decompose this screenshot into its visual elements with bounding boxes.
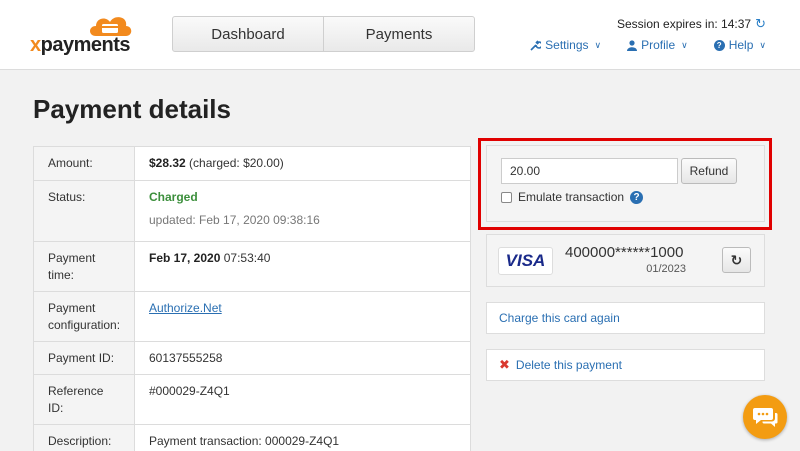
card-expiry: 01/2023	[646, 263, 686, 275]
session-text: Session expires in: 14:37	[617, 17, 752, 31]
table-row: Reference ID: #000029-Z4Q1	[34, 374, 470, 424]
user-menu: Settings ∨ Profile ∨ ? Help ∨	[530, 38, 766, 52]
row-value: $28.32 (charged: $20.00)	[135, 147, 470, 180]
menu-profile-label: Profile	[641, 38, 676, 52]
charge-again-button[interactable]: Charge this card again	[486, 302, 765, 334]
chat-button[interactable]	[743, 395, 787, 439]
row-label: Status:	[34, 181, 135, 241]
tab-dashboard[interactable]: Dashboard	[173, 17, 323, 51]
row-value: Payment transaction: 000029-Z4Q1	[149, 434, 340, 448]
charge-again-label: Charge this card again	[499, 311, 620, 325]
highlight-box	[478, 138, 772, 230]
row-label: Payment ID:	[34, 342, 135, 374]
row-value: Feb 17, 2020 07:53:40	[135, 242, 470, 291]
menu-help-label: Help	[728, 38, 754, 52]
payment-date: Feb 17, 2020	[149, 251, 221, 265]
table-row: Payment time: Feb 17, 2020 07:53:40	[34, 241, 470, 291]
page-title: Payment details	[33, 94, 231, 124]
session-timer: Session expires in: 14:37 ↻	[617, 16, 766, 32]
menu-settings-label: Settings	[545, 38, 589, 52]
refresh-card-button[interactable]: ↻	[722, 247, 751, 273]
table-row: Payment ID: 60137555258	[34, 341, 470, 374]
amount-charged: (charged: $20.00)	[185, 156, 284, 170]
table-row: Amount: $28.32 (charged: $20.00)	[34, 147, 470, 180]
row-label: Payment time:	[34, 242, 135, 291]
row-label: Amount:	[34, 147, 135, 180]
row-value: Charged updated: Feb 17, 2020 09:38:16	[135, 181, 470, 241]
menu-help[interactable]: ? Help ∨	[713, 38, 766, 52]
payment-details-table: Amount: $28.32 (charged: $20.00) Status:…	[33, 146, 471, 451]
status-updated: updated: Feb 17, 2020 09:38:16	[149, 213, 320, 227]
table-row: Payment configuration: Authorize.Net	[34, 291, 470, 341]
chat-icon	[753, 408, 778, 427]
payment-config-link[interactable]: Authorize.Net	[149, 301, 222, 315]
wrench-icon	[530, 39, 542, 51]
refresh-icon: ↻	[730, 251, 743, 268]
logo-text: xpayments	[30, 34, 131, 56]
row-label: Reference ID:	[34, 375, 135, 424]
row-value: #000029-Z4Q1	[149, 384, 230, 398]
top-header: xpayments Dashboard Payments Session exp…	[0, 0, 800, 70]
refresh-icon[interactable]: ↻	[755, 16, 766, 32]
question-circle-icon: ?	[713, 39, 725, 51]
delete-payment-label: Delete this payment	[515, 358, 622, 372]
close-icon: ✖	[499, 357, 510, 372]
amount-value: $28.32	[149, 156, 186, 170]
row-label: Description:	[34, 425, 135, 451]
row-label: Payment configuration:	[34, 292, 135, 341]
xpayments-logo[interactable]: xpayments	[30, 12, 140, 56]
main-nav: Dashboard Payments	[172, 16, 475, 52]
chevron-down-icon: ∨	[594, 39, 602, 50]
visa-logo: VISA	[498, 247, 553, 275]
card-number: 400000******1000	[565, 244, 684, 261]
status-badge: Charged	[149, 190, 198, 204]
user-icon	[627, 39, 638, 51]
table-row: Status: Charged updated: Feb 17, 2020 09…	[34, 180, 470, 241]
menu-profile[interactable]: Profile ∨	[627, 38, 688, 52]
row-value: 60137555258	[149, 351, 223, 365]
chevron-down-icon: ∨	[681, 39, 688, 50]
tab-payments[interactable]: Payments	[323, 17, 474, 51]
payment-clock: 07:53:40	[220, 251, 271, 265]
chevron-down-icon: ∨	[759, 39, 766, 50]
table-row: Description: Payment transaction: 000029…	[34, 424, 470, 451]
menu-settings[interactable]: Settings ∨	[530, 38, 601, 52]
saved-card-panel: VISA 400000******1000 01/2023 ↻	[486, 234, 765, 287]
row-value: Authorize.Net	[135, 292, 470, 341]
delete-payment-button[interactable]: ✖ Delete this payment	[486, 349, 765, 381]
